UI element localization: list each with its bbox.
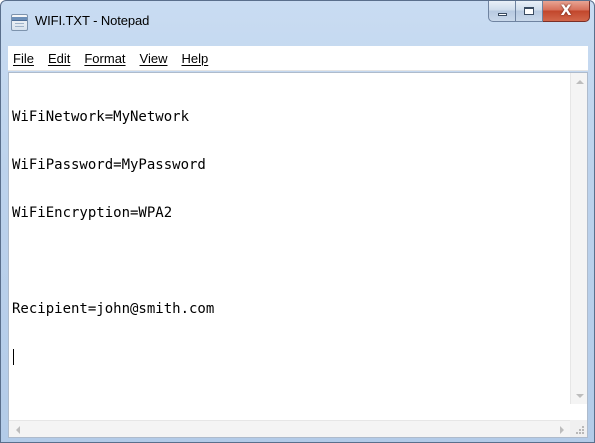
minimize-button[interactable] [488,1,516,22]
grip-dot [576,432,578,434]
resize-grip-icon[interactable] [570,420,587,437]
chevron-up-icon [575,79,584,84]
scroll-down-button[interactable] [571,387,588,404]
chevron-left-icon [15,425,20,434]
scroll-right-button[interactable] [553,421,570,438]
scroll-up-button[interactable] [571,73,588,90]
text-editor[interactable]: WiFiNetwork=MyNetwork WiFiPassword=MyPas… [9,73,570,403]
menu-edit[interactable]: Edit [41,48,77,69]
window-title: WIFI.TXT - Notepad [35,13,150,28]
title-bar[interactable]: WIFI.TXT - Notepad X [1,1,594,43]
grip-dot [579,432,581,434]
maximize-button[interactable] [516,1,543,22]
vertical-scrollbar[interactable] [570,73,587,404]
notepad-icon[interactable] [11,14,28,31]
text-line: WiFiNetwork=MyNetwork [12,109,190,125]
maximize-icon [524,7,534,15]
text-line: Recipient=john@smith.com [12,301,215,317]
caption-buttons: X [488,1,590,23]
menu-file[interactable]: File [8,48,41,69]
text-caret [13,349,14,365]
horizontal-scrollbar[interactable] [9,420,570,437]
editor-frame: WiFiNetwork=MyNetwork WiFiPassword=MyPas… [8,72,588,438]
text-line: WiFiPassword=MyPassword [12,157,206,173]
grip-dot [582,432,584,434]
chevron-down-icon [575,393,584,398]
grip-dot [579,429,581,431]
menu-view[interactable]: View [133,48,175,69]
text-line [12,253,570,269]
close-button[interactable]: X [543,1,590,22]
notepad-window: WIFI.TXT - Notepad X File Edit Format Vi… [0,0,595,443]
menu-format[interactable]: Format [77,48,132,69]
minimize-icon [497,12,507,16]
menu-bar: File Edit Format View Help [8,46,588,71]
grip-dot [582,429,584,431]
grip-dot [582,426,584,428]
menu-help[interactable]: Help [174,48,215,69]
scroll-left-button[interactable] [9,421,26,438]
chevron-right-icon [559,425,564,434]
text-line: WiFiEncryption=WPA2 [12,205,173,221]
close-icon: X [560,3,572,19]
